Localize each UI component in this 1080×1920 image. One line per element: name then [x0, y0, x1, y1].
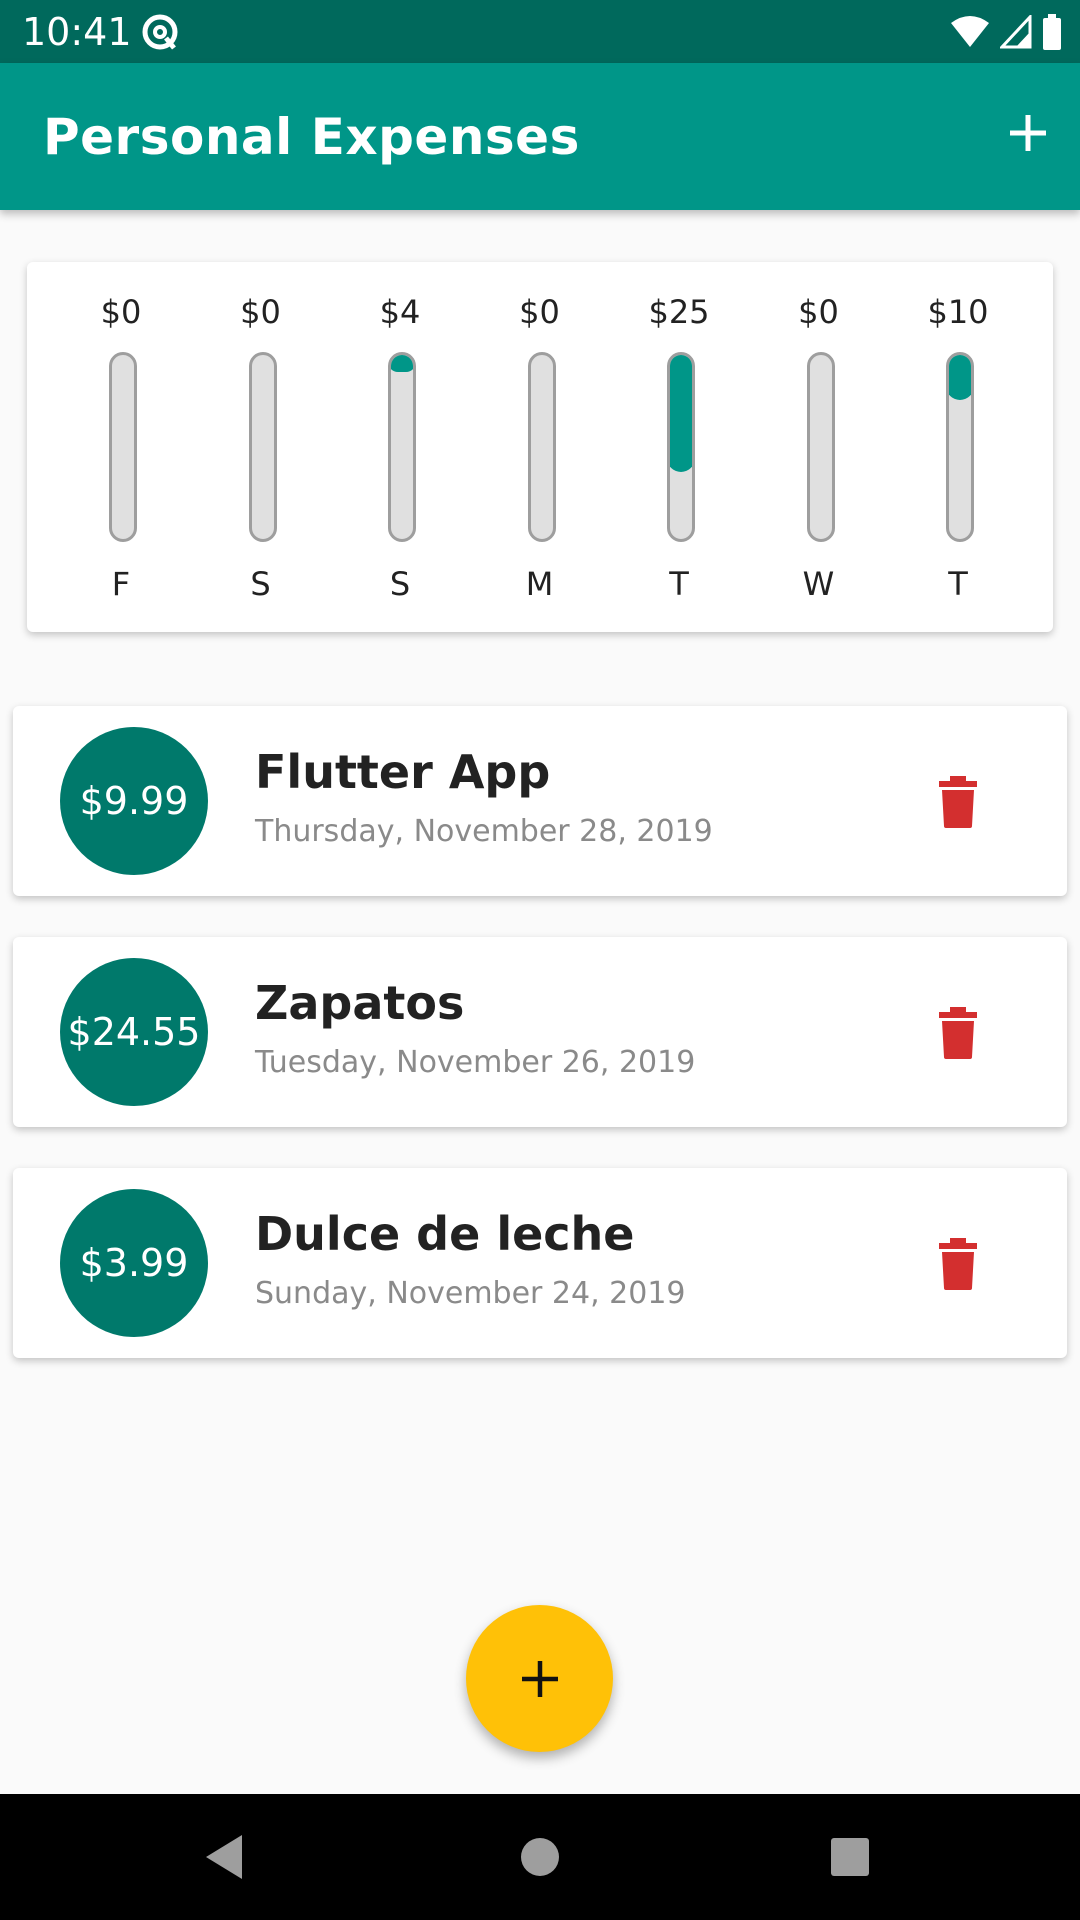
delete-icon[interactable]: [933, 776, 983, 828]
chart-bar-day: F: [111, 565, 131, 603]
delete-icon[interactable]: [933, 1007, 983, 1059]
recents-button[interactable]: [817, 1824, 883, 1890]
chart-bar-day: S: [250, 565, 271, 603]
transaction-amount-avatar: $9.99: [60, 727, 208, 875]
chart-bar-day: S: [389, 565, 411, 603]
battery-icon: [1043, 14, 1061, 50]
transaction-amount-avatar: $3.99: [60, 1189, 208, 1337]
status-time: 10:41: [22, 10, 132, 54]
chart-bar-column: $4 S: [340, 262, 460, 632]
cell-signal-icon: [1000, 15, 1032, 49]
chart-bar-column: $0 W: [759, 262, 879, 632]
transaction-title: Zapatos: [255, 976, 465, 1030]
chart-bar-amount: $0: [519, 293, 560, 331]
transaction-amount-avatar: $24.55: [60, 958, 208, 1106]
chart-bar-day: W: [802, 565, 835, 603]
chart-bar-column: $0 M: [480, 262, 600, 632]
chart-bar-amount: $0: [240, 293, 281, 331]
transaction-card: $24.55 Zapatos Tuesday, November 26, 2019: [13, 937, 1067, 1127]
transaction-date: Tuesday, November 26, 2019: [255, 1045, 696, 1080]
back-button[interactable]: [191, 1824, 257, 1890]
chart-bar-amount: $25: [648, 293, 710, 331]
transaction-card: $3.99 Dulce de leche Sunday, November 24, …: [13, 1168, 1067, 1358]
chart-bar-track: [806, 352, 835, 542]
status-bar: 10:41: [0, 0, 1080, 63]
transaction-title: Dulce de leche: [255, 1207, 635, 1261]
recents-icon: [831, 1838, 869, 1876]
delete-icon[interactable]: [933, 1238, 983, 1290]
chart-bar-amount: $10: [927, 293, 989, 331]
add-transaction-icon[interactable]: [998, 103, 1058, 163]
chart-bar-track: [109, 352, 137, 542]
plus-icon: [521, 1660, 558, 1697]
chart-bar-day: T: [669, 565, 689, 603]
transaction-date: Thursday, November 28, 2019: [255, 814, 713, 849]
status-icons: [950, 12, 1062, 52]
chart-bar-track: [527, 352, 556, 542]
home-icon: [521, 1838, 559, 1876]
chart-bar-column: $10 T: [898, 262, 1018, 632]
transaction-card: $9.99 Flutter App Thursday, November 28, 2…: [13, 706, 1067, 896]
weekly-chart-card: $0 F $0 S $4 S $0 M $25 T $0 W $10 T: [27, 262, 1053, 632]
transaction-title: Flutter App: [255, 745, 551, 799]
chart-bar-amount: $0: [100, 293, 142, 331]
chart-bar-column: $0 F: [61, 262, 181, 632]
chart-bar-track: [248, 352, 277, 542]
chart-bar-amount: $4: [379, 293, 421, 331]
chart-bar-amount: $0: [798, 293, 839, 331]
home-button[interactable]: [507, 1824, 573, 1890]
chart-bar-track: [388, 352, 416, 542]
chart-bar-track: [946, 352, 974, 542]
page-title: Personal Expenses: [43, 108, 580, 166]
chart-bar-day: T: [948, 565, 968, 603]
wifi-icon: [951, 16, 989, 47]
back-icon: [206, 1835, 242, 1879]
chart-bar-fill: [670, 355, 692, 472]
app-bar: Personal Expenses: [0, 63, 1080, 210]
chart-bar-track: [667, 352, 695, 542]
add-transaction-fab[interactable]: [466, 1605, 613, 1752]
transaction-date: Sunday, November 24, 2019: [255, 1276, 686, 1311]
at-sign-icon: [142, 14, 178, 50]
chart-bar-fill: [949, 355, 971, 400]
chart-bar-column: $0 S: [201, 262, 321, 632]
chart-bar-column: $25 T: [619, 262, 739, 632]
chart-bar-fill: [391, 355, 413, 372]
navigation-bar: [0, 1794, 1080, 1920]
chart-bar-day: M: [525, 565, 554, 603]
